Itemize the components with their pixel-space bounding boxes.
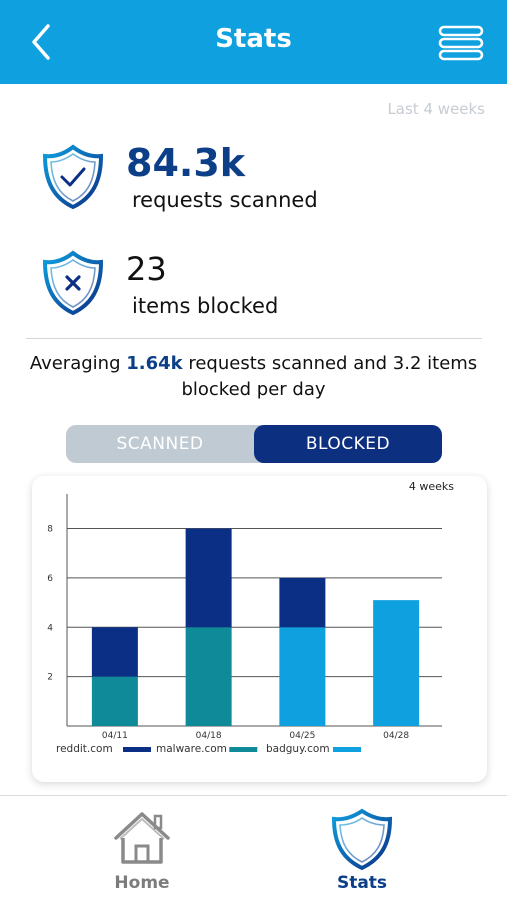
nav-home[interactable]: Home (72, 796, 212, 900)
menu-button[interactable] (437, 22, 485, 64)
average-scanned-value: 1.64k (126, 353, 183, 374)
bar-segment (91, 627, 138, 677)
bar-segment (279, 627, 326, 726)
x-tick-label: 04/28 (383, 731, 409, 741)
home-icon (114, 812, 170, 864)
blocked-items-chart: 2 4 6 8 4 weeks 04/11 04/18 04/25 04/28 reddit.co… (47, 480, 454, 755)
y-tick-label: 8 (47, 525, 53, 535)
view-toggle: SCANNED BLOCKED (66, 425, 442, 463)
x-tick-label: 04/25 (289, 731, 315, 741)
y-tick-label: 6 (47, 574, 53, 584)
items-blocked-value: 23 (126, 250, 167, 288)
bar-segment (373, 600, 420, 726)
chart-range-label: 4 weeks (409, 480, 454, 493)
average-suffix: requests scanned and 3.2 items blocked p… (181, 353, 478, 400)
requests-scanned-value: 84.3k (126, 141, 246, 185)
bar-segment (185, 627, 232, 726)
bar-segment (185, 528, 232, 628)
tab-blocked[interactable]: BLOCKED (254, 425, 442, 463)
nav-stats-label: Stats (336, 873, 388, 893)
shield-x-icon (42, 250, 104, 316)
bar-segment (279, 577, 326, 628)
stat-requests-scanned: 84.3k requests scanned (40, 140, 480, 224)
legend-swatch (229, 747, 258, 752)
legend-label: malware.com (156, 743, 227, 755)
hamburger-menu-icon (438, 25, 484, 61)
legend-swatch (123, 747, 151, 752)
nav-stats[interactable]: Stats (292, 796, 432, 900)
chevron-left-icon (32, 24, 50, 60)
requests-scanned-label: requests scanned (132, 188, 318, 212)
app-header: Stats (0, 0, 507, 84)
y-tick-label: 4 (47, 623, 53, 633)
section-divider (26, 338, 482, 339)
legend-label: badguy.com (266, 743, 330, 755)
chart-card: 2 4 6 8 4 weeks 04/11 04/18 04/25 04/28 reddit.co… (32, 476, 487, 782)
legend-swatch (333, 747, 361, 752)
stat-items-blocked: 23 items blocked (40, 246, 480, 330)
x-tick-label: 04/11 (102, 731, 128, 741)
nav-home-label: Home (114, 873, 170, 893)
average-summary: Averaging 1.64k requests scanned and 3.2… (20, 351, 487, 403)
y-tick-label: 2 (47, 673, 53, 683)
legend-label: reddit.com (56, 743, 113, 755)
average-prefix: Averaging (29, 353, 127, 374)
shield-check-icon (42, 144, 104, 210)
bar-segment (91, 676, 138, 726)
period-label: Last 4 weeks (387, 100, 485, 118)
items-blocked-label: items blocked (132, 294, 279, 318)
tab-scanned[interactable]: SCANNED (66, 425, 254, 463)
x-tick-label: 04/18 (196, 731, 222, 741)
page-title: Stats (215, 24, 292, 54)
shield-icon (331, 808, 393, 870)
back-button[interactable] (22, 22, 62, 62)
bottom-nav: Home Stats (0, 795, 507, 900)
